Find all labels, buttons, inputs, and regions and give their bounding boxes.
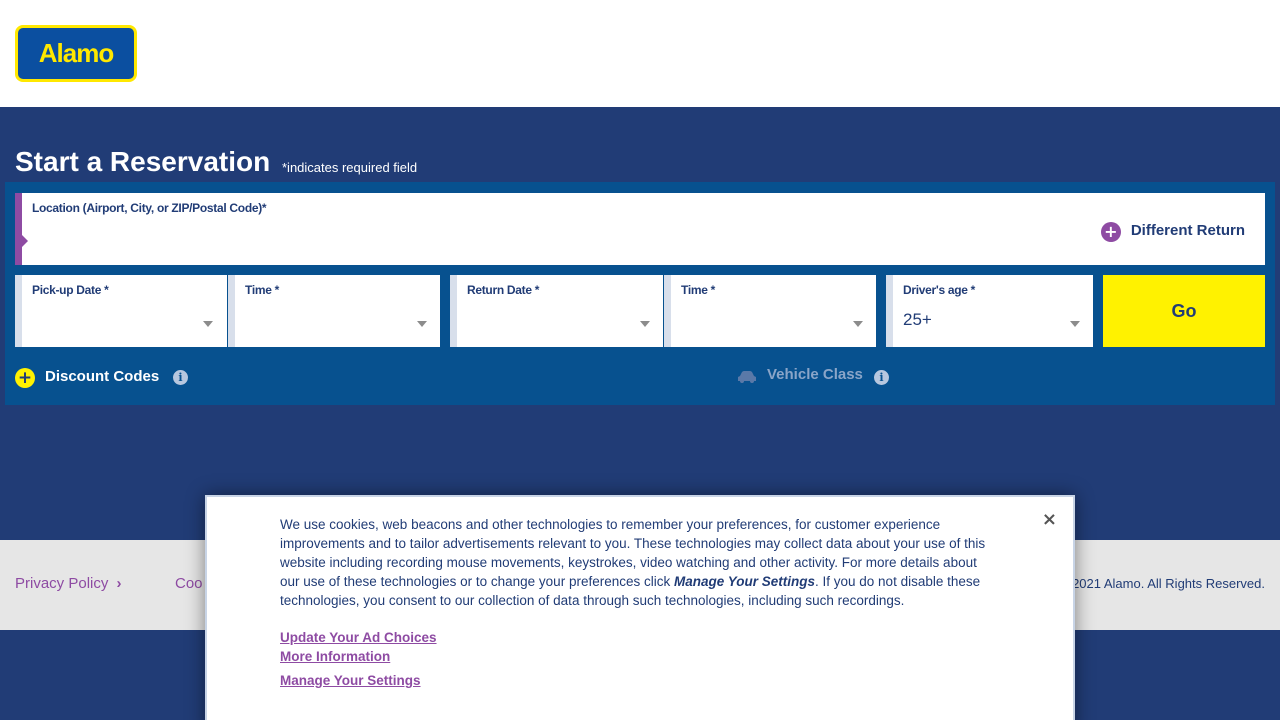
chevron-down-icon [417,321,427,327]
driver-age-value: 25+ [903,310,932,329]
logo-text: Alamo [38,38,114,68]
pickup-date-label: Pick-up Date * [32,283,109,297]
location-focus-marker [22,235,28,247]
chevron-down-icon [853,321,863,327]
location-label: Location (Airport, City, or ZIP/Postal C… [32,201,267,215]
discount-codes-label: Discount Codes [45,367,160,385]
different-return-label: Different Return [1130,221,1245,239]
chevron-down-icon [1070,321,1080,327]
pickup-time-label: Time * [245,283,279,297]
chevron-right-icon: › [116,575,122,592]
copyright-text: ©2021 Alamo. All Rights Reserved. [1062,576,1265,591]
driver-age-select[interactable]: Driver's age * 25+ [886,275,1093,347]
driver-age-label: Driver's age * [903,283,976,297]
pickup-date-select[interactable]: Pick-up Date * [15,275,227,347]
cookie-consent-dialog: × We use cookies, web beacons and other … [205,495,1075,720]
pickup-time-select[interactable]: Time * [228,275,440,347]
chevron-down-icon [640,321,650,327]
info-icon[interactable]: i [173,370,188,385]
cookie-message: We use cookies, web beacons and other te… [280,515,1000,610]
close-icon[interactable]: × [1042,509,1057,530]
logo-badge: Alamo [18,28,134,79]
manage-settings-link[interactable]: Manage Your Settings [280,673,421,688]
chevron-down-icon [203,321,213,327]
reservation-title: Start a Reservation [15,146,271,177]
privacy-policy-link[interactable]: Privacy Policy › [15,575,122,592]
return-date-select[interactable]: Return Date * [450,275,663,347]
cookie-link[interactable]: Coo [175,575,203,592]
info-icon[interactable]: i [874,370,889,385]
discount-codes-button[interactable]: + Discount Codes [15,364,159,388]
return-date-label: Return Date * [467,283,540,297]
update-ad-choices-link[interactable]: Update Your Ad Choices [280,630,437,645]
plus-circle-icon: + [15,368,35,388]
return-time-label: Time * [681,283,715,297]
site-header: Alamo [0,0,1280,107]
required-note: *indicates required field [282,160,418,175]
car-icon [738,371,756,383]
alamo-logo[interactable]: Alamo [15,25,137,82]
return-time-select[interactable]: Time * [664,275,876,347]
manage-settings-inline: Manage Your Settings [673,574,816,589]
location-input[interactable]: Location (Airport, City, or ZIP/Postal C… [15,193,1265,265]
more-information-link[interactable]: More Information [280,649,390,664]
vehicle-class-button[interactable]: Vehicle Class [737,364,863,384]
vehicle-class-label: Vehicle Class [767,365,863,383]
different-return-button[interactable]: + Different Return [1100,218,1245,242]
go-button[interactable]: Go [1103,275,1265,347]
plus-circle-icon: + [1100,222,1121,242]
privacy-policy-label: Privacy Policy [15,575,109,592]
